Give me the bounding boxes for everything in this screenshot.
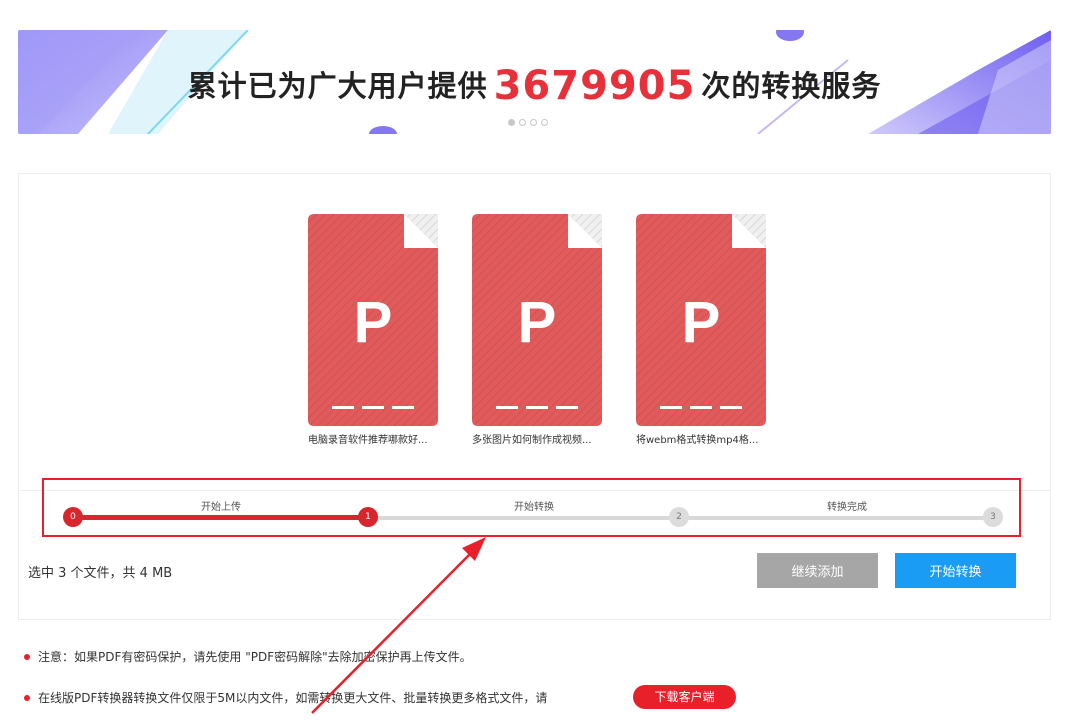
banner-suffix: 次的转换服务	[701, 69, 882, 103]
bullet-icon	[24, 654, 30, 660]
download-client-button[interactable]: 下载客户端	[633, 685, 736, 709]
step-label-complete: 转换完成	[827, 502, 867, 513]
file-name: 多张图片如何制作成视频...	[472, 435, 592, 446]
step-label-upload: 开始上传	[201, 502, 241, 513]
size-limit-note: 在线版PDF转换器转换文件仅限于5M以内文件，如需转换更大文件、批量转换更多格式…	[24, 689, 547, 706]
password-note-text: 注意：如果PDF有密码保护，请先使用 "PDF密码解除"去除加密保护再上传文件。	[38, 650, 472, 664]
carousel-dot-2[interactable]	[519, 119, 526, 126]
password-note: 注意：如果PDF有密码保护，请先使用 "PDF密码解除"去除加密保护再上传文件。	[24, 648, 472, 665]
step-node-0: 0	[63, 507, 83, 527]
selection-summary: 选中 3 个文件，共 4 MB	[28, 566, 173, 581]
banner-prefix: 累计已为广大用户提供	[187, 69, 488, 103]
banner-headline: 累计已为广大用户提供 3679905 次的转换服务	[18, 60, 1051, 109]
file-card[interactable]: P 电脑录音软件推荐哪款好...	[308, 214, 438, 446]
carousel-dot-3[interactable]	[530, 119, 537, 126]
file-type-letter: P	[518, 290, 557, 355]
file-name: 电脑录音软件推荐哪款好...	[308, 435, 428, 446]
file-name: 将webm格式转换mp4格...	[636, 435, 759, 446]
progress-fill	[74, 515, 368, 520]
pdf-file-icon: P	[636, 214, 766, 426]
carousel-dot-4[interactable]	[541, 119, 548, 126]
file-type-letter: P	[682, 290, 721, 355]
bullet-icon	[24, 695, 30, 701]
size-limit-note-text: 在线版PDF转换器转换文件仅限于5M以内文件，如需转换更大文件、批量转换更多格式…	[38, 691, 548, 705]
carousel-dot-1[interactable]	[508, 119, 515, 126]
start-convert-button[interactable]: 开始转换	[895, 553, 1016, 588]
step-label-convert: 开始转换	[514, 502, 554, 513]
continue-add-button[interactable]: 继续添加	[757, 553, 878, 588]
step-node-2: 2	[669, 507, 689, 527]
file-type-letter: P	[354, 290, 393, 355]
pdf-file-icon: P	[472, 214, 602, 426]
carousel-dots	[508, 119, 548, 126]
step-node-3: 3	[983, 507, 1003, 527]
file-card[interactable]: P 将webm格式转换mp4格...	[636, 214, 766, 446]
file-card[interactable]: P 多张图片如何制作成视频...	[472, 214, 602, 446]
pdf-file-icon: P	[308, 214, 438, 426]
conversion-count: 3679905	[493, 63, 696, 109]
step-node-1: 1	[358, 507, 378, 527]
